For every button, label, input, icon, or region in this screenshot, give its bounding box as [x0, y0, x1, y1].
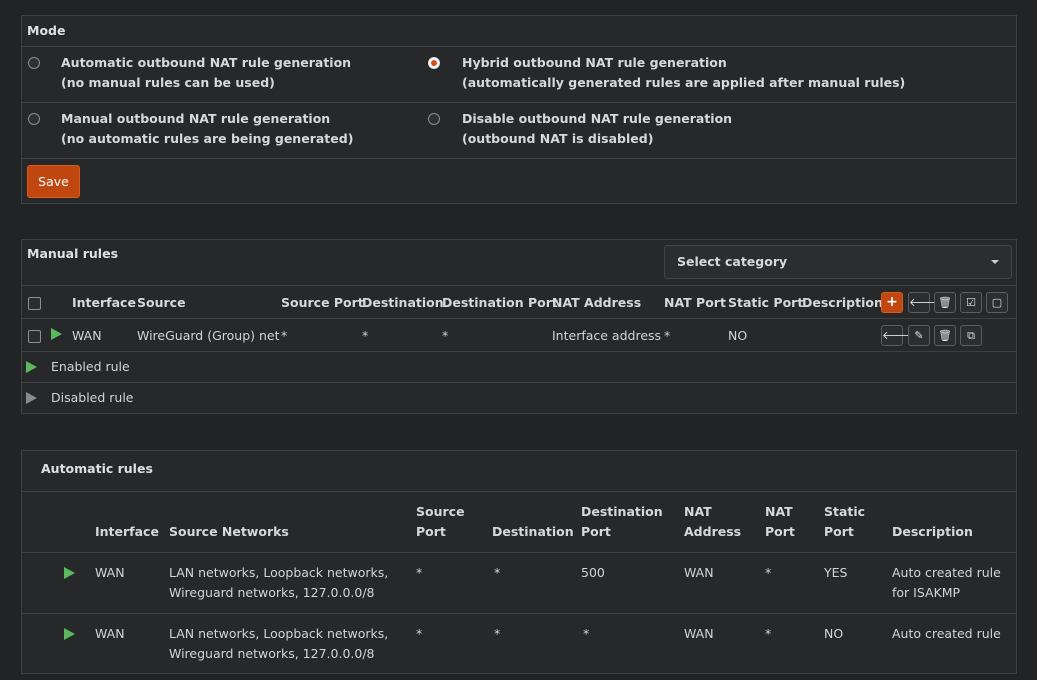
cell-static-port: NO: [728, 328, 748, 343]
auto-col-description: Description: [892, 524, 973, 539]
auto-col-destination-port: Destination Port: [581, 504, 663, 539]
auto-cell-nat-port: *: [765, 565, 772, 580]
auto-col-interface: Interface: [95, 524, 159, 539]
auto-col-nat-address: NAT Address: [684, 504, 742, 539]
auto-col-nat-port: NAT Port: [765, 504, 795, 539]
move-selected-button[interactable]: 🡐: [908, 292, 939, 313]
auto-cell-destination: *: [494, 565, 501, 580]
option-automatic-sub: (no manual rules can be used): [61, 75, 275, 90]
mode-panel: Mode Automatic outbound NAT rule generat…: [21, 15, 1017, 204]
play-icon[interactable]: [51, 328, 62, 340]
option-hybrid-label: Hybrid outbound NAT rule generation: [462, 55, 727, 70]
enabled-play-icon: [26, 361, 37, 373]
automatic-header-row: Interface Source Networks Source Port Des…: [22, 491, 1016, 553]
disable-selected-button[interactable]: ▢: [986, 292, 1008, 313]
col-description: Description: [802, 295, 883, 310]
auto-cell-nat-port: *: [765, 626, 772, 641]
cell-destination-port: *: [442, 328, 449, 343]
auto-cell-static-port: NO: [824, 626, 844, 641]
cell-source-port: *: [281, 328, 288, 343]
radio-manual[interactable]: [28, 113, 40, 125]
table-row: WAN LAN networks, Loopback networks, Wire…: [22, 613, 1016, 675]
automatic-rules-panel: Automatic rules Interface Source Network…: [21, 450, 1017, 674]
edit-rule-button[interactable]: ✎: [908, 325, 930, 346]
option-automatic-label: Automatic outbound NAT rule generation: [61, 55, 352, 70]
auto-cell-destination-port: *: [583, 626, 590, 641]
play-icon: [64, 567, 75, 579]
manual-rules-panel: Manual rules Select category Interface S…: [21, 239, 1017, 414]
move-rule-button[interactable]: 🡐: [881, 325, 912, 346]
legend-disabled-row: Disabled rule: [22, 382, 1016, 414]
mode-row-1: Automatic outbound NAT rule generation (…: [22, 46, 1016, 103]
manual-rules-title: Manual rules: [27, 246, 119, 261]
radio-automatic[interactable]: [28, 57, 40, 69]
auto-cell-description: Auto created rule for ISAKMP: [892, 565, 1001, 600]
radio-disable[interactable]: [428, 113, 440, 125]
auto-cell-source-networks: LAN networks, Loopback networks, Wireguar…: [169, 565, 389, 600]
mode-save-row: Save: [22, 158, 1016, 205]
option-manual[interactable]: Manual outbound NAT rule generation (no …: [61, 109, 353, 149]
auto-cell-source-networks: LAN networks, Loopback networks, Wireguar…: [169, 626, 389, 661]
mode-row-2: Manual outbound NAT rule generation (no …: [22, 102, 1016, 159]
cell-nat-address: Interface address: [552, 328, 662, 343]
option-manual-sub: (no automatic rules are being generated): [61, 131, 354, 146]
add-rule-button[interactable]: +: [881, 292, 903, 313]
radio-hybrid[interactable]: [428, 57, 440, 69]
delete-selected-button[interactable]: 🗑: [934, 292, 956, 313]
delete-rule-button[interactable]: 🗑: [934, 325, 956, 346]
clone-rule-button[interactable]: ⧉: [960, 325, 982, 346]
legend-enabled-row: Enabled rule: [22, 351, 1016, 383]
mode-title: Mode: [27, 23, 66, 38]
row-checkbox[interactable]: [28, 330, 41, 343]
legend-enabled: Enabled rule: [51, 359, 130, 374]
chevron-down-icon: [991, 260, 999, 264]
play-icon: [64, 628, 75, 640]
auto-cell-interface: WAN: [95, 626, 125, 641]
disabled-play-icon: [26, 392, 37, 404]
save-button[interactable]: Save: [27, 165, 80, 198]
auto-col-destination: Destination: [492, 524, 574, 539]
option-disable[interactable]: Disable outbound NAT rule generation (ou…: [462, 109, 732, 149]
col-destination-port: Destination Port: [442, 295, 558, 310]
auto-cell-destination: *: [494, 626, 501, 641]
legend-disabled: Disabled rule: [51, 390, 134, 405]
col-source-port: Source Port: [281, 295, 364, 310]
enable-selected-button[interactable]: ☑: [960, 292, 982, 313]
select-all-checkbox[interactable]: [28, 297, 41, 310]
auto-cell-destination-port: 500: [581, 565, 605, 580]
auto-col-source-networks: Source Networks: [169, 524, 289, 539]
option-disable-label: Disable outbound NAT rule generation: [462, 111, 733, 126]
option-manual-label: Manual outbound NAT rule generation: [61, 111, 331, 126]
col-static-port: Static Port: [728, 295, 804, 310]
auto-cell-nat-address: WAN: [684, 626, 714, 641]
auto-cell-source-port: *: [416, 626, 423, 641]
automatic-rules-title: Automatic rules: [41, 461, 153, 476]
option-automatic[interactable]: Automatic outbound NAT rule generation (…: [61, 53, 351, 93]
auto-cell-interface: WAN: [95, 565, 125, 580]
option-hybrid-sub: (automatically generated rules are appli…: [462, 75, 906, 90]
manual-header-row: Interface Source Source Port Destination…: [22, 285, 1016, 319]
auto-cell-description: Auto created rule: [892, 626, 1001, 641]
cell-interface: WAN: [72, 328, 102, 343]
cell-nat-port: *: [664, 328, 671, 343]
table-row: WAN LAN networks, Loopback networks, Wire…: [22, 552, 1016, 614]
cell-destination: *: [362, 328, 369, 343]
col-nat-port: NAT Port: [664, 295, 726, 310]
col-nat-address: NAT Address: [552, 295, 642, 310]
category-select-value: Select category: [677, 254, 788, 269]
cell-source: WireGuard (Group) net: [137, 328, 280, 343]
auto-col-source-port: Source Port: [416, 504, 465, 539]
auto-col-static-port: Static Port: [824, 504, 866, 539]
col-destination: Destination: [362, 295, 444, 310]
category-select[interactable]: Select category: [664, 245, 1012, 279]
auto-cell-source-port: *: [416, 565, 423, 580]
col-interface: Interface: [72, 295, 136, 310]
auto-cell-nat-address: WAN: [684, 565, 714, 580]
table-row: WAN WireGuard (Group) net * * * Interfac…: [22, 318, 1016, 352]
col-source: Source: [137, 295, 186, 310]
option-hybrid[interactable]: Hybrid outbound NAT rule generation (aut…: [462, 53, 905, 93]
auto-cell-static-port: YES: [824, 565, 848, 580]
option-disable-sub: (outbound NAT is disabled): [462, 131, 654, 146]
